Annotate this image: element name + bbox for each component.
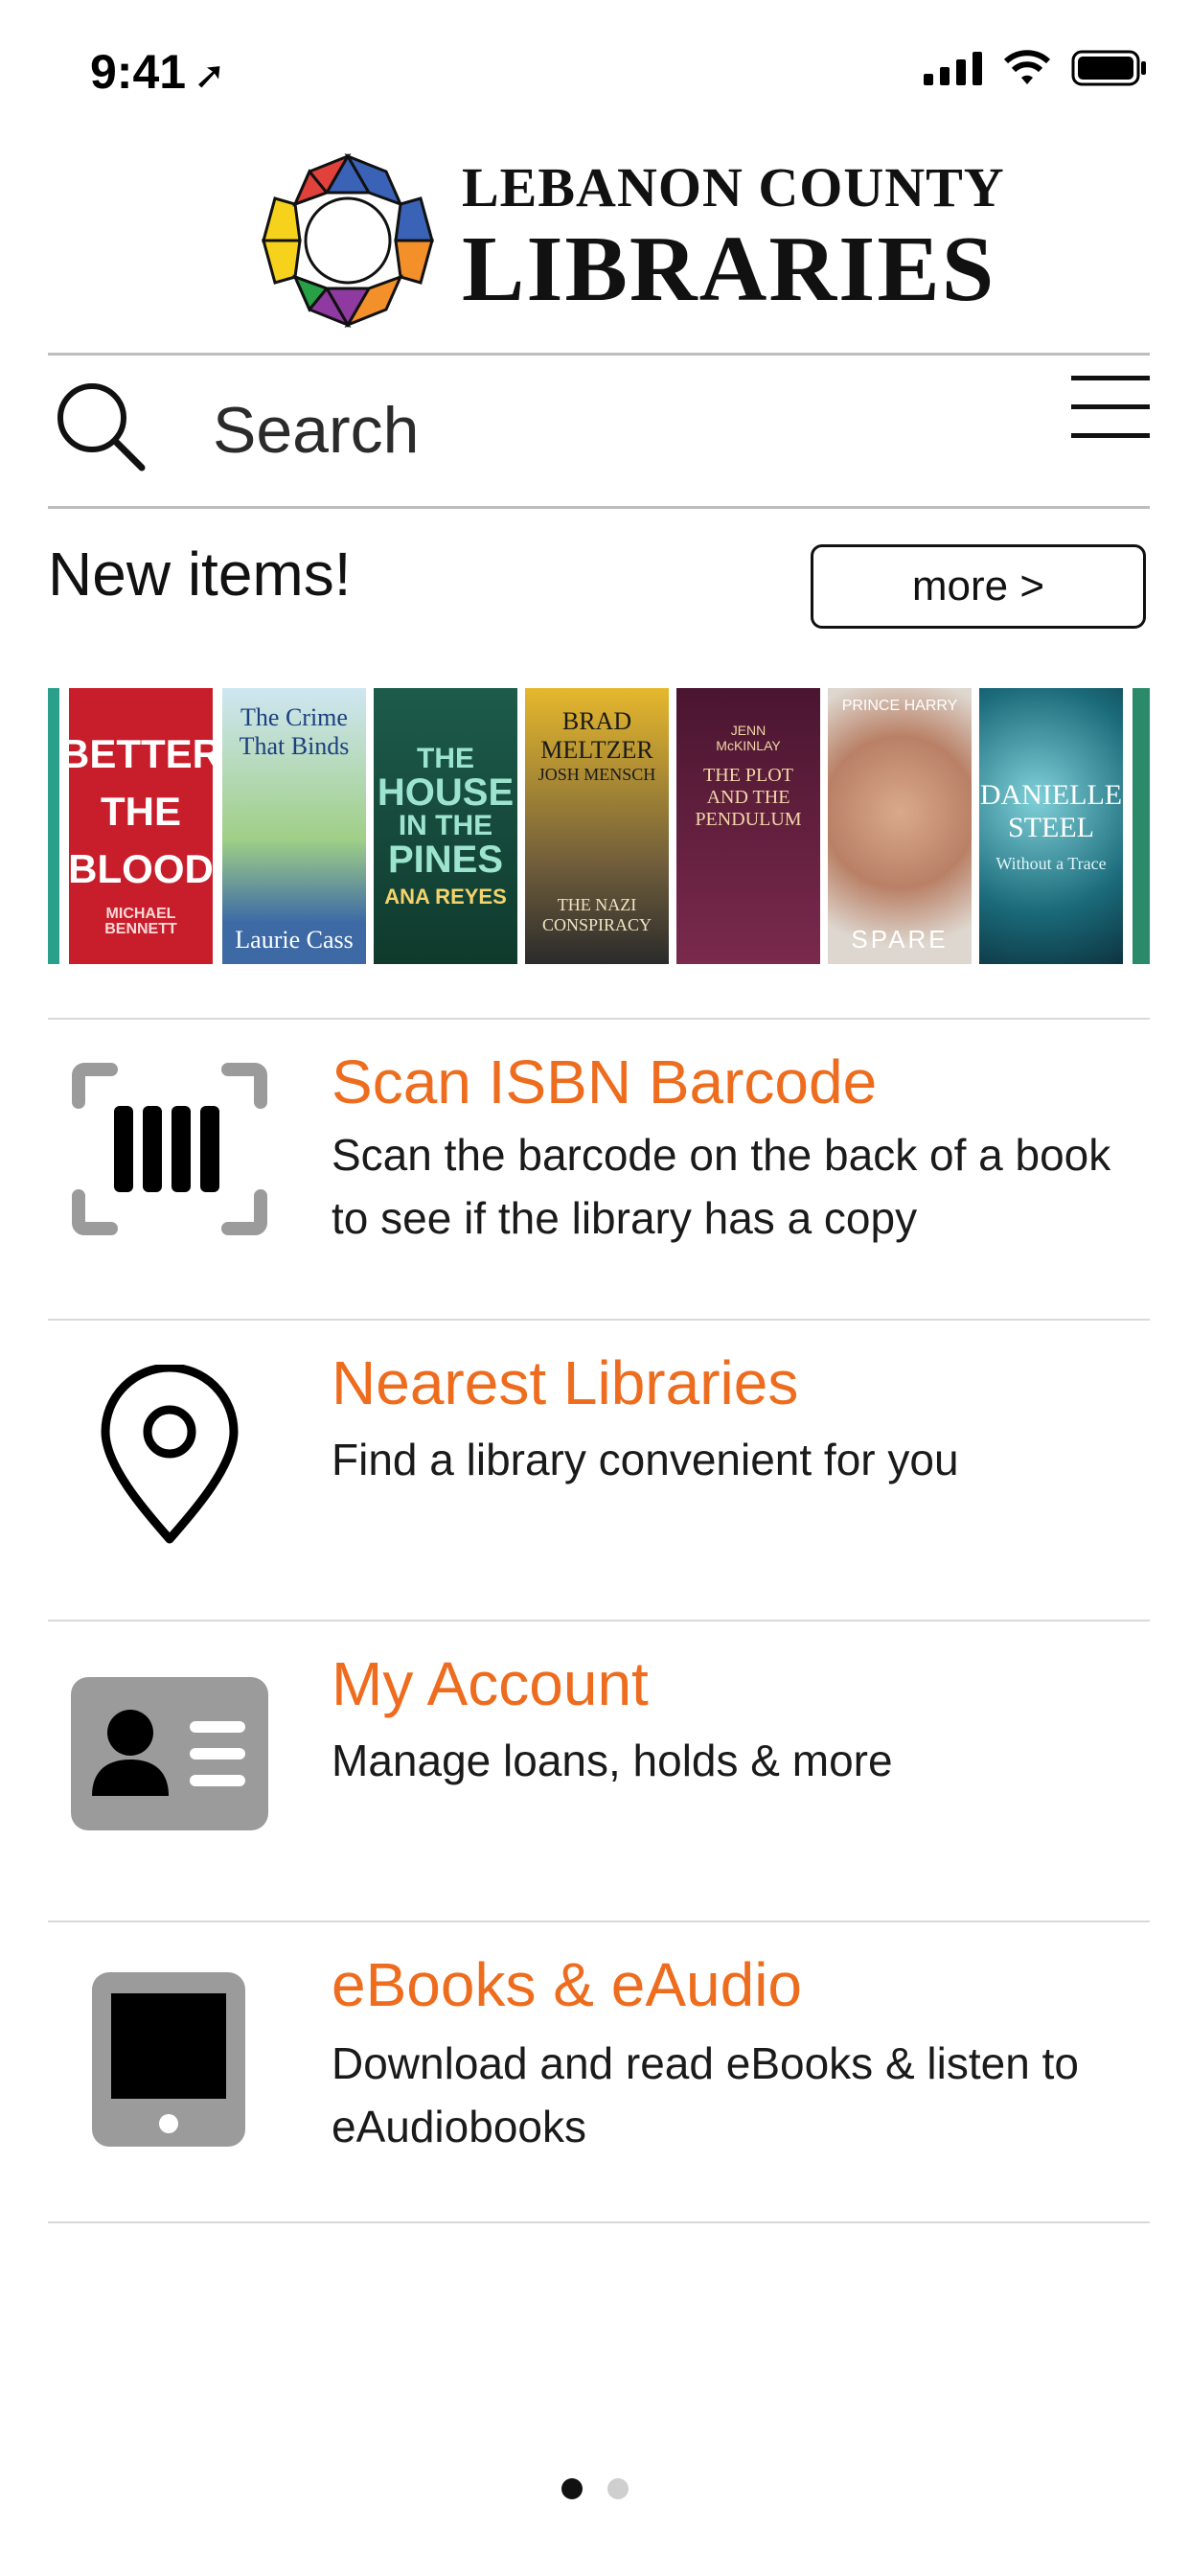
- divider: [48, 506, 1150, 509]
- divider: [48, 1620, 1150, 1622]
- wifi-icon: [1003, 50, 1051, 84]
- book-cover[interactable]: BETTER THE BLOOD MICHAEL BENNETT: [69, 688, 213, 964]
- book-cover-edge[interactable]: [1133, 688, 1150, 964]
- more-button[interactable]: more >: [811, 544, 1146, 629]
- barcode-scan-icon: [72, 1063, 267, 1235]
- hamburger-menu-icon[interactable]: [1071, 374, 1150, 441]
- book-cover[interactable]: DANIELLE STEEL Without a Trace: [979, 688, 1123, 964]
- menu-item-description: Scan the barcode on the back of a book t…: [332, 1130, 1111, 1243]
- menu-item-description: Find a library convenient for you: [332, 1435, 959, 1484]
- page-indicator-dot[interactable]: [607, 2478, 629, 2499]
- book-cover-edge[interactable]: [48, 688, 59, 964]
- cellular-signal-icon: [924, 52, 982, 85]
- search-input[interactable]: Search: [213, 393, 419, 468]
- status-indicators: [924, 50, 1148, 86]
- search-icon[interactable]: [54, 380, 149, 475]
- book-cover[interactable]: JENN McKINLAY THE PLOT AND THE PENDULUM: [676, 688, 820, 964]
- battery-icon: [1071, 50, 1146, 86]
- menu-item-description: Download and read eBooks & listen to eAu…: [332, 2038, 1079, 2151]
- logo-line1: LEBANON COUNTY: [462, 156, 1005, 218]
- page-indicator-dot-active[interactable]: [561, 2478, 583, 2499]
- id-card-icon: [71, 1677, 268, 1830]
- logo-line2: LIBRARIES: [462, 218, 996, 321]
- menu-item-title: eBooks & eAudio: [332, 1950, 802, 2019]
- menu-item-description: Manage loans, holds & more: [332, 1736, 893, 1785]
- divider: [48, 353, 1150, 356]
- divider: [48, 1319, 1150, 1321]
- location-arrow-icon: ➚: [194, 55, 226, 97]
- menu-item-title: Nearest Libraries: [332, 1348, 799, 1417]
- tablet-icon: [92, 1972, 245, 2147]
- menu-item-title: My Account: [332, 1649, 649, 1718]
- map-pin-icon: [101, 1365, 239, 1544]
- book-cover[interactable]: THE HOUSE IN THE PINES ANA REYES: [374, 688, 517, 964]
- divider: [48, 1920, 1150, 1922]
- divider: [48, 2221, 1150, 2223]
- book-cover[interactable]: The Crime That Binds Laurie Cass: [222, 688, 366, 964]
- menu-item-title: Scan ISBN Barcode: [332, 1047, 878, 1116]
- divider: [48, 1018, 1150, 1020]
- book-cover[interactable]: BRAD MELTZER JOSH MENSCH THE NAZI CONSPI…: [525, 688, 669, 964]
- new-items-carousel[interactable]: BETTER THE BLOOD MICHAEL BENNETT The Cri…: [48, 688, 1150, 964]
- book-cover[interactable]: PRINCE HARRY SPARE: [828, 688, 972, 964]
- new-items-heading: New items!: [48, 540, 352, 609]
- library-logo-icon: [262, 152, 434, 329]
- status-time: 9:41 ➚: [90, 45, 226, 99]
